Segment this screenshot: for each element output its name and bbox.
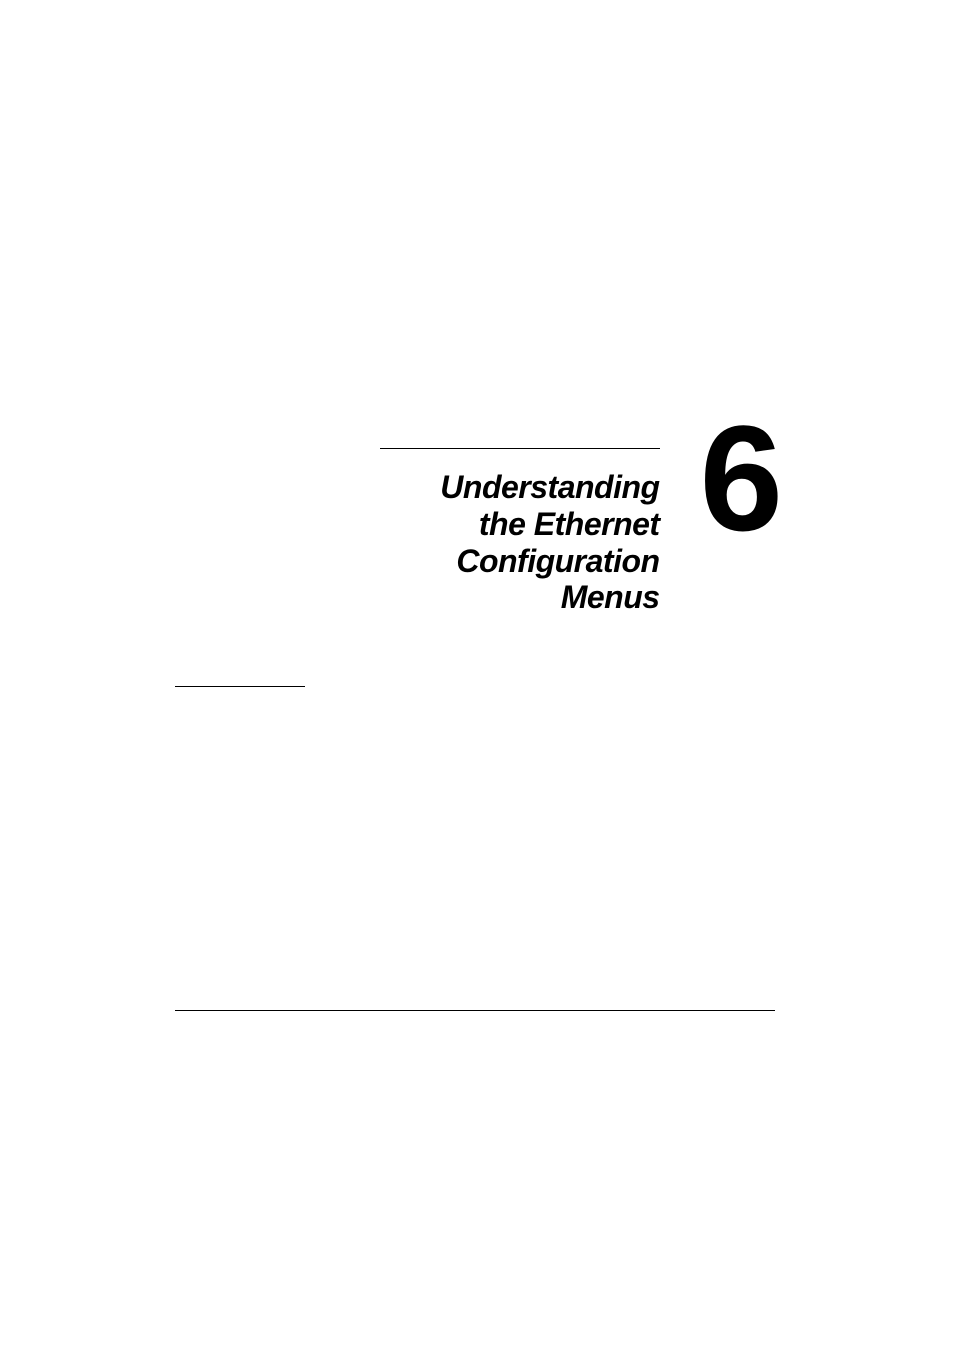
page-bottom-rule xyxy=(175,1010,775,1011)
title-text-wrapper: Understanding the Ethernet Configuration… xyxy=(175,430,660,616)
title-line-3: Configuration xyxy=(456,543,659,579)
chapter-title: Understanding the Ethernet Configuration… xyxy=(175,469,660,616)
title-row: Understanding the Ethernet Configuration… xyxy=(175,430,775,616)
title-rule-bottom xyxy=(175,686,305,687)
title-line-2: the Ethernet xyxy=(479,506,660,542)
chapter-number: 6 xyxy=(700,415,775,543)
chapter-title-block: Understanding the Ethernet Configuration… xyxy=(175,430,775,687)
title-line-4: Menus xyxy=(561,579,660,615)
title-line-1: Understanding xyxy=(440,469,659,505)
title-rule-top xyxy=(380,448,660,449)
